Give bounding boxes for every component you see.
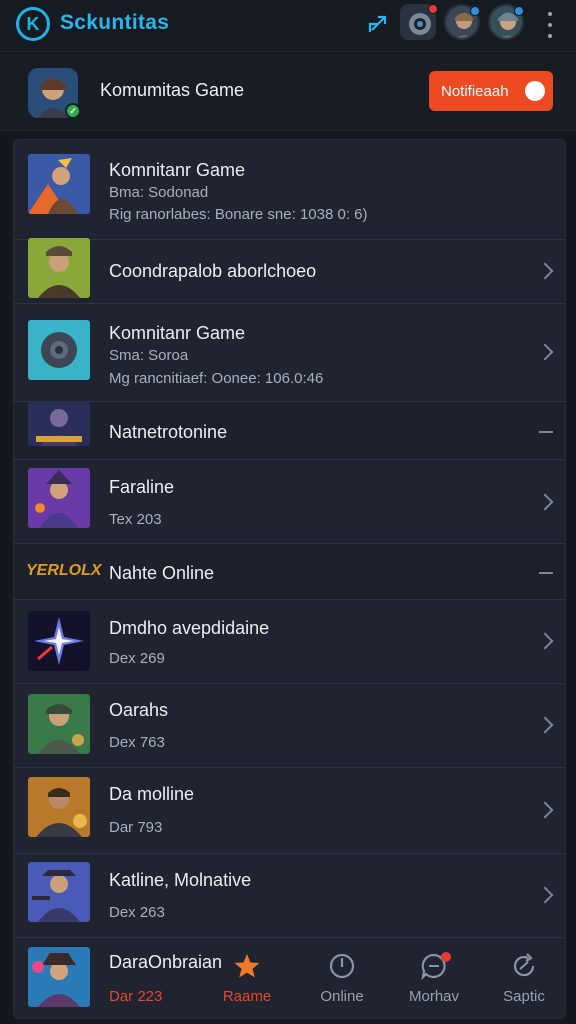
notification-badge [441,952,451,962]
power-icon [329,953,355,979]
app-logo[interactable]: K [16,7,50,41]
chevron-right-icon [536,493,554,511]
chevron-right-icon [536,343,554,361]
item-title: Faraline [109,477,175,497]
game-thumbnail [28,694,90,754]
game-thumbnail [28,862,90,922]
warrior-icon [28,154,90,214]
list-item[interactable]: Coondrapalob aborlchoeo [14,238,565,304]
knight-icon [28,402,90,446]
shield-icon [28,320,90,380]
game-thumbnail [28,777,90,837]
list-item[interactable]: Komnitanr Game Bma: Sodonad Rig ranorlab… [14,140,565,240]
nav-label: Online [320,988,364,1005]
item-subtitle: Dar 793 [109,819,163,836]
section-header[interactable]: Natnetrotonine [14,402,565,460]
community-title: Komumitas Game [100,80,245,100]
refresh-icon [513,953,535,977]
adventurer-icon [28,694,90,754]
chevron-right-icon [536,262,554,280]
star-icon [234,954,260,978]
verified-icon: ✓ [65,103,81,119]
app-title: Sckuntitas [60,11,170,34]
toggle-knob-icon [525,81,545,101]
section-header[interactable]: YERLOLX Nahte Online [14,544,565,600]
notification-label: Notifieaah [441,82,509,100]
item-subtitle: Bma: Sodonad [109,184,209,201]
item-title: Katline, Molnative [109,870,252,890]
item-title: Komnitanr Game [109,323,246,343]
section-title: Natnetrotonine [109,422,228,442]
section-title: Nahte Online [109,563,215,583]
item-subtitle: Dex 263 [109,904,165,921]
chevron-right-icon [536,886,554,904]
game-list: Komnitanr Game Bma: Sodonad Rig ranorlab… [13,139,566,1019]
brawler-icon [28,777,90,837]
game-thumbnail [28,611,90,671]
nav-label: Morhav [408,988,460,1005]
item-subtitle: Dex 763 [109,734,165,751]
collapse-icon [539,572,553,574]
collapse-icon [539,431,553,433]
game-thumbnail [28,402,90,446]
notification-badge [428,4,438,14]
status-dot [514,6,524,16]
ranger-icon [28,947,90,1007]
nav-item-morhav[interactable]: Morhav [394,938,474,1018]
list-item[interactable]: Faraline Tex 203 [14,460,565,544]
game-thumbnail [28,468,90,528]
nav-item-saptic[interactable]: Saptic [484,938,564,1018]
list-item[interactable]: Da molline Dar 793 [14,768,565,854]
nav-item-online[interactable]: Online [302,938,382,1018]
more-icon[interactable] [546,12,554,38]
item-title: Komnitanr Game [109,160,246,180]
list-item[interactable]: Dmdho avepdidaine Dex 269 [14,600,565,684]
chevron-right-icon [536,632,554,650]
starburst-icon [28,611,90,671]
bottom-navigation: Raame Online Morhav Saptic [150,938,566,1018]
game-thumbnail [28,947,90,1007]
logo-letter: K [26,13,40,34]
list-item[interactable]: Katline, Molnative Dex 263 [14,854,565,938]
notification-toggle-button[interactable]: Notifieaah [429,71,553,111]
item-detail: Mg rancnitiaef: Oonee: 106.0:46 [109,370,324,387]
game-thumbnail [28,154,90,214]
item-detail: Rig ranorlabes: Bonare sne: 1038 0: 6) [109,206,368,223]
list-item[interactable]: Oarahs Dex 763 [14,684,565,768]
game-thumbnail [28,238,90,298]
item-title: Oarahs [109,700,169,720]
status-dot [470,6,480,16]
brand-logo-text: YERLOLX [26,562,102,579]
item-title: Dmdho avepdidaine [109,618,270,638]
mage-icon [28,468,90,528]
chevron-right-icon [536,716,554,734]
item-subtitle: Tex 203 [109,511,162,528]
gunslinger-icon [28,862,90,922]
item-subtitle: Sma: Soroa [109,347,189,364]
share-icon[interactable] [366,12,390,36]
game-thumbnail [28,320,90,380]
community-header: ✓ Komumitas Game Notifieaah [0,53,576,131]
top-app-bar: K Sckuntitas [0,0,576,52]
item-subtitle: Dex 269 [109,650,165,667]
item-title: Da molline [109,784,195,804]
nav-label: Raame [222,988,272,1005]
list-item[interactable]: Komnitanr Game Sma: Soroa Mg rancnitiaef… [14,304,565,402]
nav-item-raame[interactable]: Raame [207,938,287,1018]
item-title: Coondrapalob aborlchoeo [109,261,317,281]
chevron-right-icon [536,801,554,819]
nav-label: Saptic [503,988,545,1005]
soldier-icon [28,238,90,298]
